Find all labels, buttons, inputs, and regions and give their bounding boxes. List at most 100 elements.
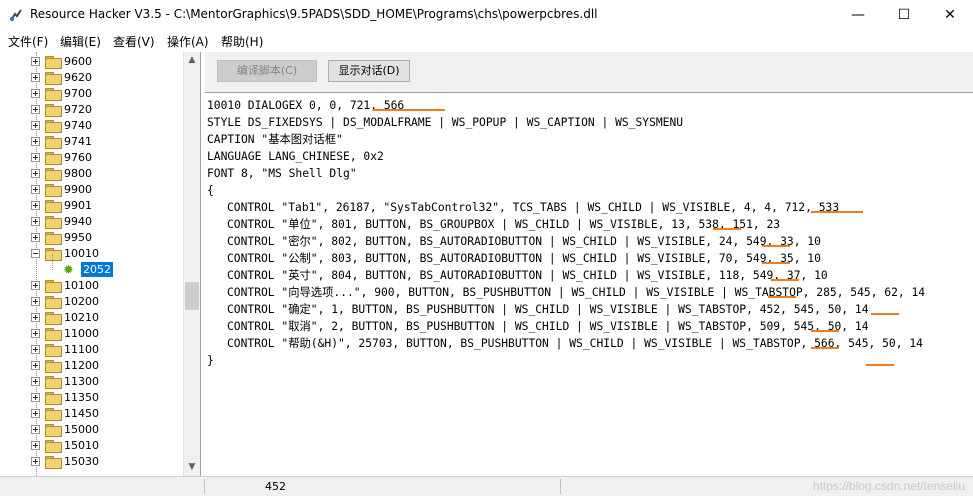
tree-item-9700[interactable]: 9700 — [0, 86, 182, 102]
annotation-underline — [762, 262, 790, 264]
show-dialog-button[interactable]: 显示对话(D) — [328, 60, 410, 82]
menu-view[interactable]: 查看(V) — [113, 33, 155, 50]
status-position: 452 — [265, 480, 286, 493]
tree-item-label: 9600 — [64, 55, 92, 68]
tree-item-9741[interactable]: 9741 — [0, 134, 182, 150]
collapse-icon[interactable] — [31, 249, 40, 258]
expand-icon[interactable] — [31, 393, 40, 402]
expand-icon[interactable] — [31, 201, 40, 210]
expand-icon[interactable] — [31, 233, 40, 242]
close-button[interactable]: ✕ — [927, 0, 973, 30]
annotation-underline — [811, 330, 839, 332]
expand-icon[interactable] — [31, 169, 40, 178]
tree-item-9950[interactable]: 9950 — [0, 230, 182, 246]
tree-item-9760[interactable]: 9760 — [0, 150, 182, 166]
expand-icon[interactable] — [31, 73, 40, 82]
tree-item-10200[interactable]: 10200 — [0, 294, 182, 310]
expand-icon[interactable] — [31, 377, 40, 386]
menu-file[interactable]: 文件(F) — [8, 33, 48, 50]
tree-item-9800[interactable]: 9800 — [0, 166, 182, 182]
folder-icon — [45, 328, 62, 341]
tree-item-9720[interactable]: 9720 — [0, 102, 182, 118]
code-line: CONTROL "确定", 1, BUTTON, BS_PUSHBUTTON |… — [227, 303, 869, 316]
minimize-icon: — — [851, 7, 865, 23]
tree-item-label: 9901 — [64, 199, 92, 212]
tree-item-9940[interactable]: 9940 — [0, 214, 182, 230]
menu-bar: 文件(F) 编辑(E) 查看(V) 操作(A) 帮助(H) — [0, 30, 973, 52]
tree-item-11000[interactable]: 11000 — [0, 326, 182, 342]
tree-item-label: 10210 — [64, 311, 99, 324]
tree-item-9740[interactable]: 9740 — [0, 118, 182, 134]
expand-icon[interactable] — [31, 329, 40, 338]
annotation-underline — [811, 211, 863, 213]
scroll-down-icon[interactable]: ▼ — [184, 459, 200, 476]
expand-icon[interactable] — [31, 89, 40, 98]
expand-icon[interactable] — [31, 185, 40, 194]
tree-item-10210[interactable]: 10210 — [0, 310, 182, 326]
code-line: CONTROL "帮助(&H)", 25703, BUTTON, BS_PUSH… — [227, 337, 923, 350]
expand-icon[interactable] — [31, 121, 40, 130]
menu-edit[interactable]: 编辑(E) — [60, 33, 101, 50]
code-line: 10010 DIALOGEX 0, 0, 721, 566 — [207, 99, 405, 112]
expand-icon[interactable] — [31, 137, 40, 146]
folder-icon — [45, 152, 62, 165]
code-line: CONTROL "取消", 2, BUTTON, BS_PUSHBUTTON |… — [227, 320, 869, 333]
expand-icon[interactable] — [31, 57, 40, 66]
code-line: STYLE DS_FIXEDSYS | DS_MODALFRAME | WS_P… — [207, 116, 684, 129]
expand-icon[interactable] — [31, 105, 40, 114]
annotation-underline — [768, 296, 796, 298]
tree-item-15010[interactable]: 15010 — [0, 438, 182, 454]
folder-icon — [45, 184, 62, 197]
folder-icon — [45, 248, 62, 261]
expand-icon[interactable] — [31, 457, 40, 466]
expand-icon[interactable] — [31, 217, 40, 226]
annotation-underline — [762, 245, 790, 247]
minimize-button[interactable]: — — [835, 0, 881, 30]
scroll-up-icon[interactable]: ▲ — [184, 52, 200, 69]
tree-item-11200[interactable]: 11200 — [0, 358, 182, 374]
tree-item-label: 15010 — [64, 439, 99, 452]
scroll-thumb[interactable] — [185, 282, 199, 310]
tree-item-9600[interactable]: 9600 — [0, 54, 182, 70]
compile-script-button[interactable]: 编译脚本(C) — [217, 60, 317, 82]
tree-item-10010[interactable]: 10010 — [0, 246, 182, 262]
tree-item-15030[interactable]: 15030 — [0, 454, 182, 470]
code-line: FONT 8, "MS Shell Dlg" — [207, 167, 357, 180]
tree-item-11300[interactable]: 11300 — [0, 374, 182, 390]
script-pane: 编译脚本(C) 显示对话(D) 10010 DIALOGEX 0, 0, 721… — [205, 52, 973, 476]
expand-icon[interactable] — [31, 297, 40, 306]
tree-item-10100[interactable]: 10100 — [0, 278, 182, 294]
tree-item-15000[interactable]: 15000 — [0, 422, 182, 438]
tree-item-11350[interactable]: 11350 — [0, 390, 182, 406]
watermark-text: https://blog.csdn.net/tenseliu — [812, 479, 965, 493]
tree-item-9901[interactable]: 9901 — [0, 198, 182, 214]
expand-icon[interactable] — [31, 361, 40, 370]
script-editor[interactable]: 10010 DIALOGEX 0, 0, 721, 566 STYLE DS_FI… — [205, 92, 973, 476]
tree-item-9620[interactable]: 9620 — [0, 70, 182, 86]
folder-icon — [45, 360, 62, 373]
expand-icon[interactable] — [31, 345, 40, 354]
expand-icon[interactable] — [31, 425, 40, 434]
tree-scrollbar[interactable]: ▲ ▼ — [183, 52, 200, 476]
title-bar[interactable]: Resource Hacker V3.5 - C:\MentorGraphics… — [0, 0, 973, 30]
tree-item-label: 9800 — [64, 167, 92, 180]
code-line: CONTROL "向导选项...", 900, BUTTON, BS_PUSHB… — [227, 286, 926, 299]
expand-icon[interactable] — [31, 153, 40, 162]
tree-item-11450[interactable]: 11450 — [0, 406, 182, 422]
folder-icon — [45, 200, 62, 213]
folder-icon — [45, 72, 62, 85]
tree-item-11100[interactable]: 11100 — [0, 342, 182, 358]
tree-item-9900[interactable]: 9900 — [0, 182, 182, 198]
expand-icon[interactable] — [31, 409, 40, 418]
expand-icon[interactable] — [31, 441, 40, 450]
resource-tree[interactable]: 9600 9620 9700 9720 9740 9741 9760 9800 9900 9901… — [0, 52, 201, 476]
tree-item-2052[interactable]: ✹ 2052 — [0, 254, 182, 278]
menu-help[interactable]: 帮助(H) — [221, 33, 263, 50]
maximize-button[interactable]: ☐ — [881, 0, 927, 30]
folder-icon — [45, 296, 62, 309]
expand-icon[interactable] — [31, 313, 40, 322]
menu-action[interactable]: 操作(A) — [167, 33, 209, 50]
code-line: CAPTION "基本图对话框" — [207, 133, 343, 146]
expand-icon[interactable] — [31, 281, 40, 290]
code-line: CONTROL "密尔", 802, BUTTON, BS_AUTORADIOB… — [227, 235, 821, 248]
